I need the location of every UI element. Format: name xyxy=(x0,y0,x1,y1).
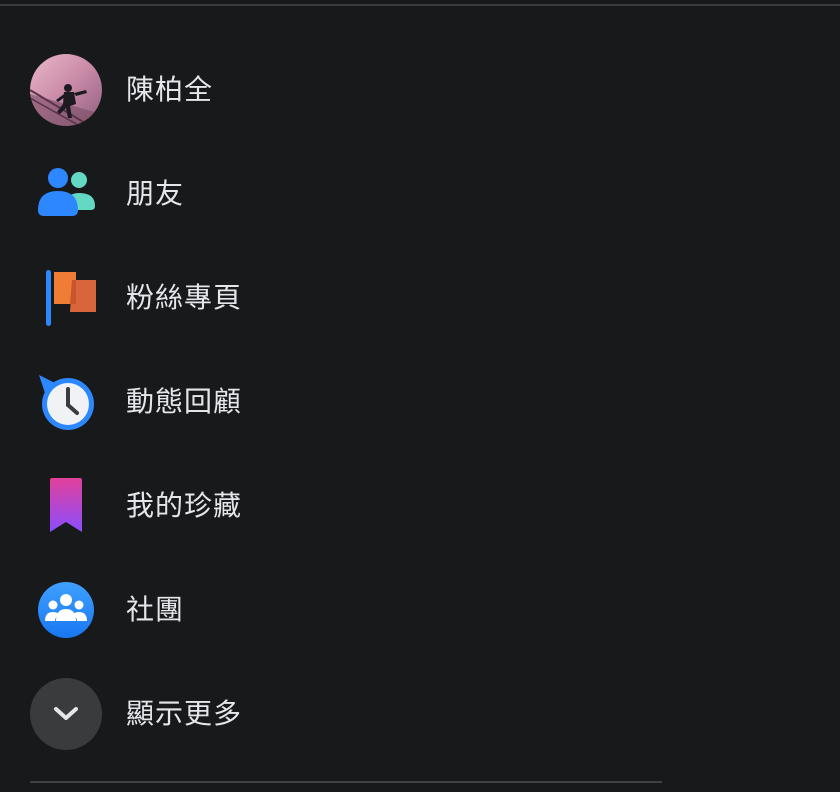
avatar xyxy=(30,54,102,126)
menu-item-memories[interactable]: 動態回顧 xyxy=(28,364,668,440)
pages-flag-icon xyxy=(28,260,104,336)
menu-item-label: 社團 xyxy=(126,593,185,626)
show-more-button[interactable]: 顯示更多 xyxy=(28,676,668,752)
memories-clock-icon xyxy=(28,364,104,440)
menu-item-label: 我的珍藏 xyxy=(126,489,243,522)
menu-item-label: 粉絲專頁 xyxy=(126,281,243,314)
groups-icon xyxy=(28,572,104,648)
profile-avatar-wrap xyxy=(28,52,104,128)
friends-icon xyxy=(28,156,104,232)
menu-item-label: 顯示更多 xyxy=(126,697,243,730)
menu-item-label: 動態回顧 xyxy=(126,385,243,418)
menu-item-label: 朋友 xyxy=(126,177,185,210)
menu-item-saved[interactable]: 我的珍藏 xyxy=(28,468,668,544)
bottom-divider xyxy=(30,781,662,783)
saved-bookmark-icon xyxy=(28,468,104,544)
chevron-down-icon xyxy=(30,678,102,750)
menu-item-label: 陳柏全 xyxy=(126,73,214,106)
menu-item-profile[interactable]: 陳柏全 xyxy=(28,52,668,128)
menu-item-groups[interactable]: 社團 xyxy=(28,572,668,648)
profile-photo xyxy=(30,54,102,126)
menu-item-pages[interactable]: 粉絲專頁 xyxy=(28,260,668,336)
menu-item-friends[interactable]: 朋友 xyxy=(28,156,668,232)
show-more-icon-wrap xyxy=(28,676,104,752)
top-divider xyxy=(0,4,840,6)
